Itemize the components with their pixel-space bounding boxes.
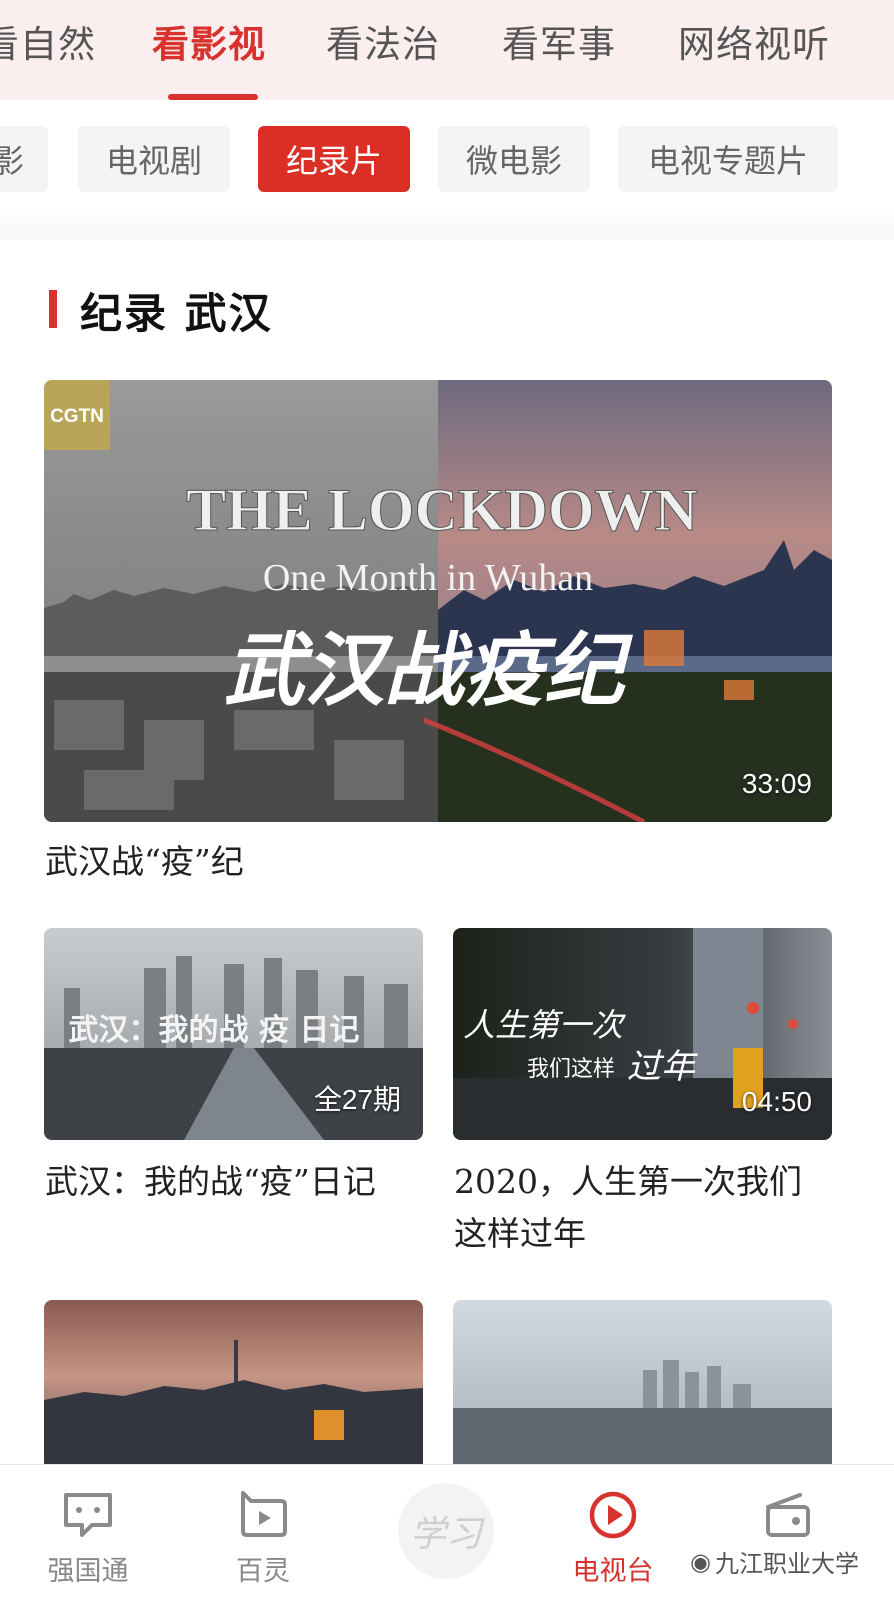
featured-thumbnail-image: CGTN THE LOCKDOWN One Month in Wuhan 武汉战… [44,380,832,822]
skyline-day-image [453,1300,832,1470]
tab-online-video[interactable]: 网络视听 [678,14,830,68]
section-marker [49,290,57,328]
featured-video-thumbnail[interactable]: CGTN THE LOCKDOWN One Month in Wuhan 武汉战… [44,380,832,822]
subtab-tv-special[interactable]: 电视专题片 [618,126,838,192]
bottom-navigation: 强国通 百灵 学习 电视台 [0,1464,894,1600]
category-tab-bar: 看自然 看影视 看法治 看军事 网络视听 [0,0,894,100]
nav-tv-station[interactable]: 电视台 [553,1465,673,1600]
tab-film-tv[interactable]: 看影视 [152,14,266,68]
chat-icon [64,1493,112,1537]
new-year-overlay-line2b: 过年 [627,1047,698,1087]
tab-nature[interactable]: 看自然 [0,14,96,68]
tab-military[interactable]: 看军事 [502,14,616,68]
nav-label: 百灵 [236,1556,290,1587]
nav-bailing[interactable]: 百灵 [203,1465,323,1600]
watermark-text: 九江职业大学 [714,1550,859,1578]
subcategory-tab-bar: 电影 电视剧 纪录片 微电影 电视专题片 [0,100,894,240]
radio-icon [766,1493,810,1537]
skyline-dusk-image [44,1300,423,1470]
tab-divider [0,208,894,240]
video-duration: 33:09 [741,768,812,799]
video-thumbnail-skyline-dusk[interactable] [44,1300,423,1470]
video-title-new-year[interactable]: 2020，人生第一次我们这样过年 [454,1156,834,1260]
video-duration: 04:50 [741,1086,812,1117]
section-title: 纪录 武汉 [80,289,273,338]
overlay-title: THE LOCKDOWN [186,477,698,543]
video-thumbnail-diary[interactable]: 武汉：我的战 疫 日记 全27期 [44,928,423,1140]
new-year-overlay-line2a: 我们这样 [527,1057,615,1082]
episode-count-badge: 全27期 [313,1084,401,1115]
wechat-icon: ◉ [690,1547,711,1576]
cgtn-logo: CGTN [50,406,104,427]
subtab-micro-film[interactable]: 微电影 [438,126,590,192]
overlay-subtitle: One Month in Wuhan [263,557,593,599]
overlay-chinese-title: 武汉战疫纪 [224,623,634,717]
video-thumbnail-new-year[interactable]: 人生第一次 我们这样 过年 04:50 [453,928,832,1140]
subtab-tv-series[interactable]: 电视剧 [78,126,230,192]
nav-qiangguotong[interactable]: 强国通 [28,1465,148,1600]
watermark: ◉ 九江职业大学 [690,1544,859,1579]
nav-label: 电视台 [572,1556,654,1587]
video-thumbnail-skyline-day[interactable] [453,1300,832,1470]
subtab-movie[interactable]: 电影 [0,126,48,192]
video-title-diary[interactable]: 武汉：我的战“疫”日记 [45,1156,424,1208]
new-year-overlay-line1: 人生第一次 [463,1006,626,1044]
subtab-documentary[interactable]: 纪录片 [258,126,410,192]
study-logo[interactable]: 学习 [398,1483,494,1579]
nav-radio[interactable] [728,1465,848,1600]
diary-overlay-text: 武汉：我的战 疫 日记 [69,1013,360,1048]
tab-law[interactable]: 看法治 [326,14,440,68]
featured-video-title[interactable]: 武汉战“疫”纪 [45,836,833,888]
play-circle-icon [589,1491,637,1539]
nav-label: 强国通 [47,1556,129,1587]
play-square-icon [241,1491,287,1537]
